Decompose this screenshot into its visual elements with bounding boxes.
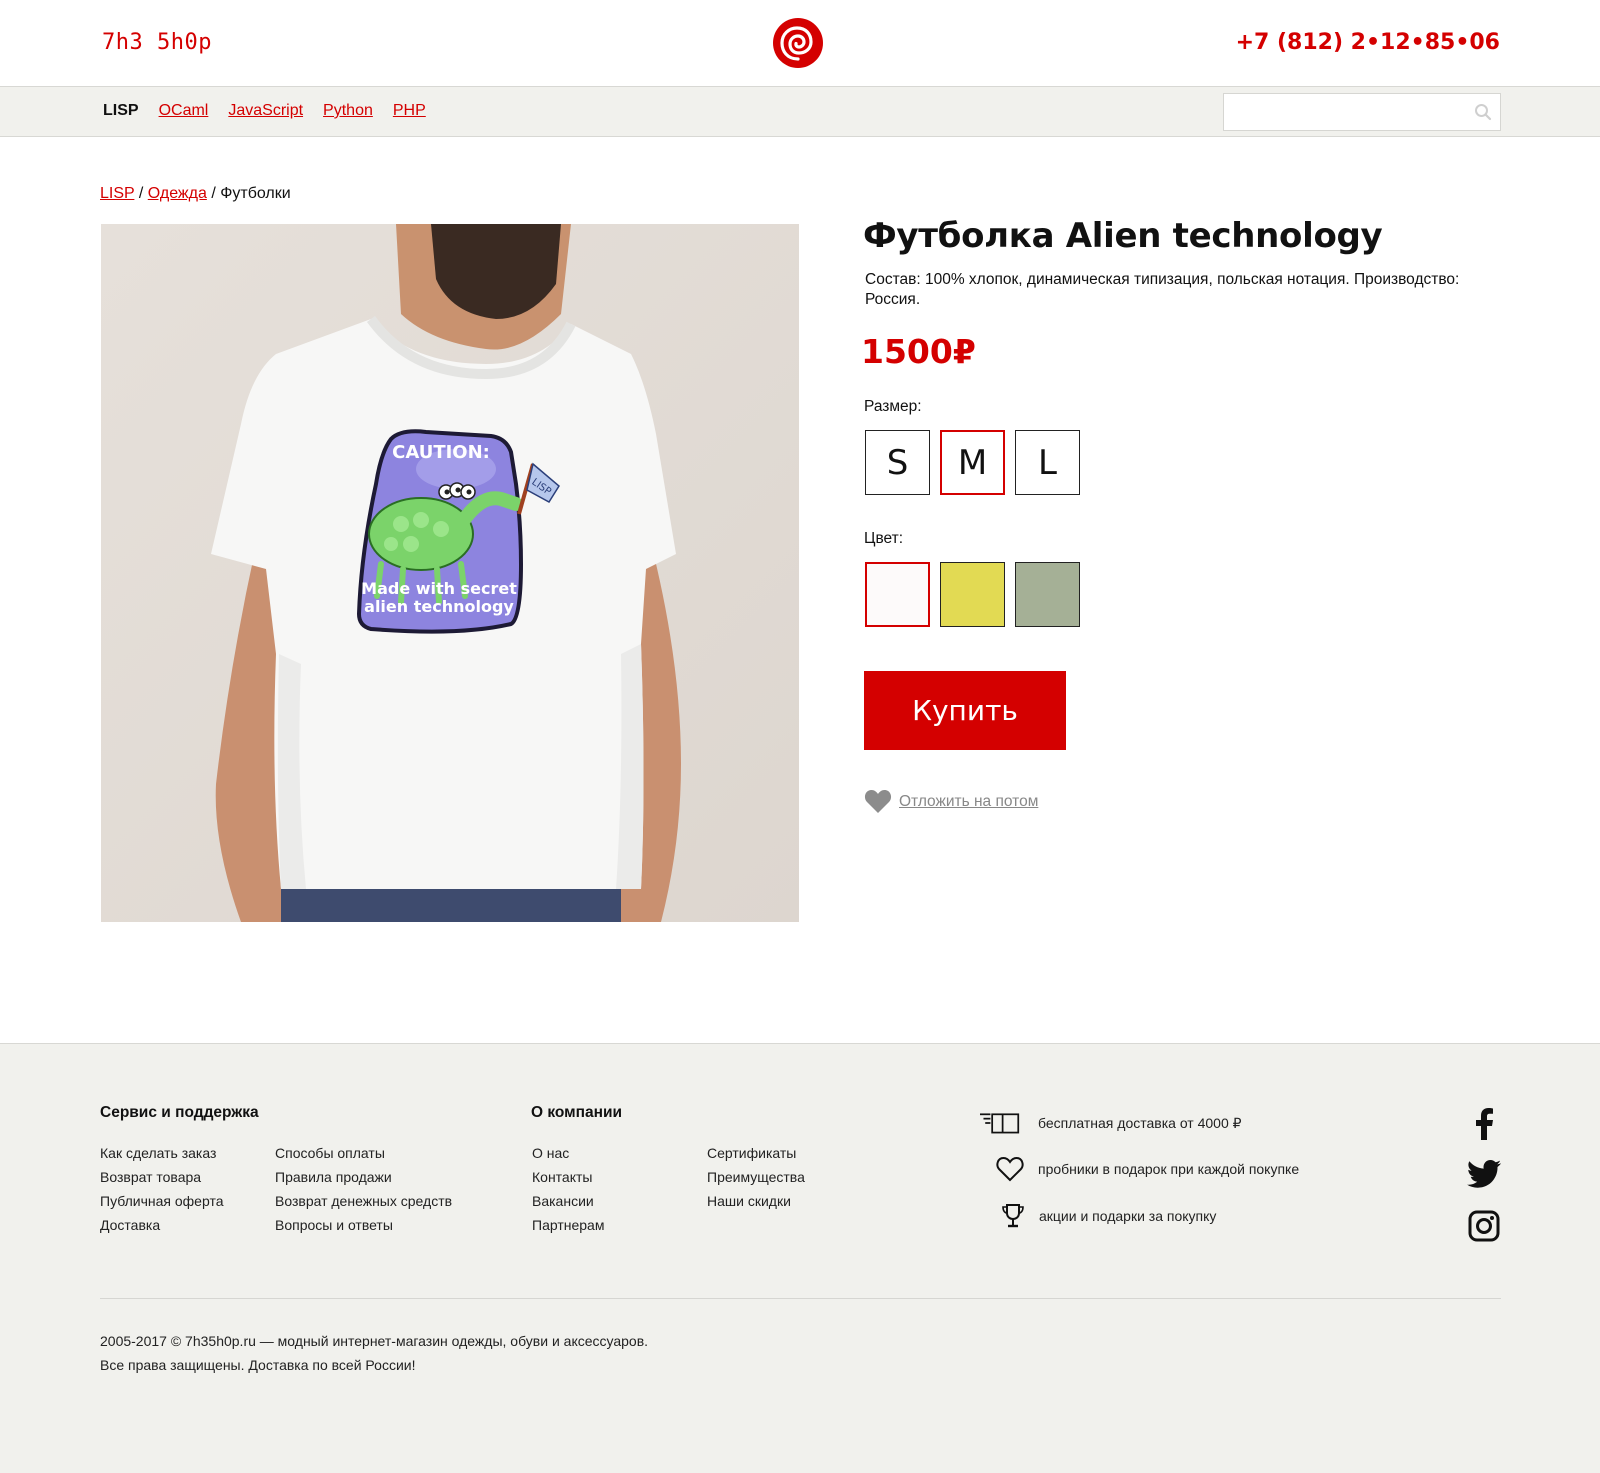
color-selector <box>865 562 1080 627</box>
print-text-line2: alien technology <box>364 597 514 616</box>
nav-item-lisp[interactable]: LISP <box>103 102 139 120</box>
footer-link[interactable]: Возврат денежных средств <box>275 1192 452 1210</box>
facebook-icon[interactable] <box>1466 1106 1502 1142</box>
category-nav: LISP OCaml JavaScript Python PHP <box>0 87 1600 137</box>
print-caution: CAUTION: <box>392 442 490 463</box>
size-selector: S M L <box>865 430 1080 495</box>
print-text-line1: Made with secret <box>361 579 517 598</box>
perk-samples: пробники в подарок при каждой покупке <box>990 1154 1299 1184</box>
buy-button[interactable]: Купить <box>864 671 1066 750</box>
footer-company-links-1: О нас Контакты Вакансии Партнерам <box>532 1144 604 1234</box>
footer-link[interactable]: Возврат товара <box>100 1168 224 1186</box>
footer-link[interactable]: Способы оплаты <box>275 1144 452 1162</box>
footer-link[interactable]: О нас <box>532 1144 604 1162</box>
size-label: Размер: <box>864 398 922 415</box>
footer-link[interactable]: Сертификаты <box>707 1144 805 1162</box>
size-option-m[interactable]: M <box>940 430 1005 495</box>
product-price: 1500₽ <box>861 332 976 371</box>
search-icon[interactable] <box>1474 103 1492 121</box>
footer-link[interactable]: Контакты <box>532 1168 604 1186</box>
truck-icon <box>980 1108 1020 1138</box>
breadcrumb-separator: / <box>138 185 144 202</box>
perk-free-delivery: бесплатная доставка от 4000 ₽ <box>980 1108 1242 1138</box>
footer-link[interactable]: Как сделать заказ <box>100 1144 224 1162</box>
phone-number[interactable]: +7 (812) 2•12•85•06 <box>1236 30 1500 55</box>
footer-link[interactable]: Правила продажи <box>275 1168 452 1186</box>
footer-link[interactable]: Партнерам <box>532 1216 604 1234</box>
nav-list: LISP OCaml JavaScript Python PHP <box>103 102 426 120</box>
breadcrumb-link-lisp[interactable]: LISP <box>100 185 134 202</box>
heart-outline-icon <box>990 1154 1030 1184</box>
perk-promotions: акции и подарки за покупку <box>993 1201 1216 1231</box>
color-label: Цвет: <box>864 530 904 547</box>
perk-text: акции и подарки за покупку <box>1039 1208 1217 1224</box>
breadcrumb: LISP / Одежда / Футболки <box>100 185 291 203</box>
nav-item-javascript[interactable]: JavaScript <box>228 102 303 120</box>
wishlist-link[interactable]: Отложить на потом <box>864 789 1038 814</box>
site-logo-text[interactable]: 7h3 5h0p <box>102 30 212 55</box>
footer-link[interactable]: Наши скидки <box>707 1192 805 1210</box>
twitter-icon[interactable] <box>1466 1156 1502 1192</box>
breadcrumb-separator: / <box>211 185 216 202</box>
product-title: Футболка Alien technology <box>863 216 1383 256</box>
footer-link[interactable]: Вопросы и ответы <box>275 1216 452 1234</box>
instagram-icon[interactable] <box>1466 1208 1502 1244</box>
search-input[interactable] <box>1224 94 1464 130</box>
footer-heading-service: Сервис и поддержка <box>100 1104 259 1121</box>
breadcrumb-current: Футболки <box>220 185 291 202</box>
heart-icon <box>864 790 892 813</box>
color-swatch-gray-green[interactable] <box>1015 562 1080 627</box>
footer-link[interactable]: Доставка <box>100 1216 224 1234</box>
color-swatch-yellow[interactable] <box>940 562 1005 627</box>
copyright-line-2: Все права защищены. Доставка по всей Рос… <box>100 1357 416 1373</box>
wishlist-label[interactable]: Отложить на потом <box>899 793 1038 811</box>
copyright: 2005-2017 © 7h35h0p.ru — модный интернет… <box>100 1329 648 1377</box>
footer-link[interactable]: Вакансии <box>532 1192 604 1210</box>
footer-link[interactable]: Преимущества <box>707 1168 805 1186</box>
nav-item-php[interactable]: PHP <box>393 102 426 120</box>
color-swatch-white[interactable] <box>865 562 930 627</box>
nav-item-python[interactable]: Python <box>323 102 373 120</box>
size-option-s[interactable]: S <box>865 430 930 495</box>
footer-company-links-2: Сертификаты Преимущества Наши скидки <box>707 1144 805 1210</box>
perk-text: пробники в подарок при каждой покупке <box>1038 1161 1300 1177</box>
product-image[interactable]: CAUTION: LISP Made with secret alien tec… <box>101 224 799 922</box>
spiral-logo-icon[interactable] <box>773 18 823 68</box>
footer: Сервис и поддержка Как сделать заказ Воз… <box>0 1043 1600 1473</box>
footer-service-links-1: Как сделать заказ Возврат товара Публичн… <box>100 1144 224 1234</box>
footer-divider <box>100 1298 1501 1299</box>
nav-item-ocaml[interactable]: OCaml <box>159 102 209 120</box>
copyright-line-1: 2005-2017 © 7h35h0p.ru — модный интернет… <box>100 1333 649 1349</box>
perk-text: бесплатная доставка от 4000 ₽ <box>1038 1114 1242 1131</box>
breadcrumb-link-clothes[interactable]: Одежда <box>148 185 207 202</box>
size-option-l[interactable]: L <box>1015 430 1080 495</box>
footer-service-links-2: Способы оплаты Правила продажи Возврат д… <box>275 1144 452 1234</box>
product-description: Состав: 100% хлопок, динамическая типиза… <box>865 271 1460 308</box>
footer-link[interactable]: Публичная оферта <box>100 1192 224 1210</box>
tshirt-photo: CAUTION: LISP Made with secret alien tec… <box>101 224 799 922</box>
search-box <box>1223 93 1501 131</box>
trophy-icon <box>993 1201 1033 1231</box>
footer-heading-company: О компании <box>531 1104 623 1121</box>
top-header: 7h3 5h0p +7 (812) 2•12•85•06 <box>0 0 1600 87</box>
